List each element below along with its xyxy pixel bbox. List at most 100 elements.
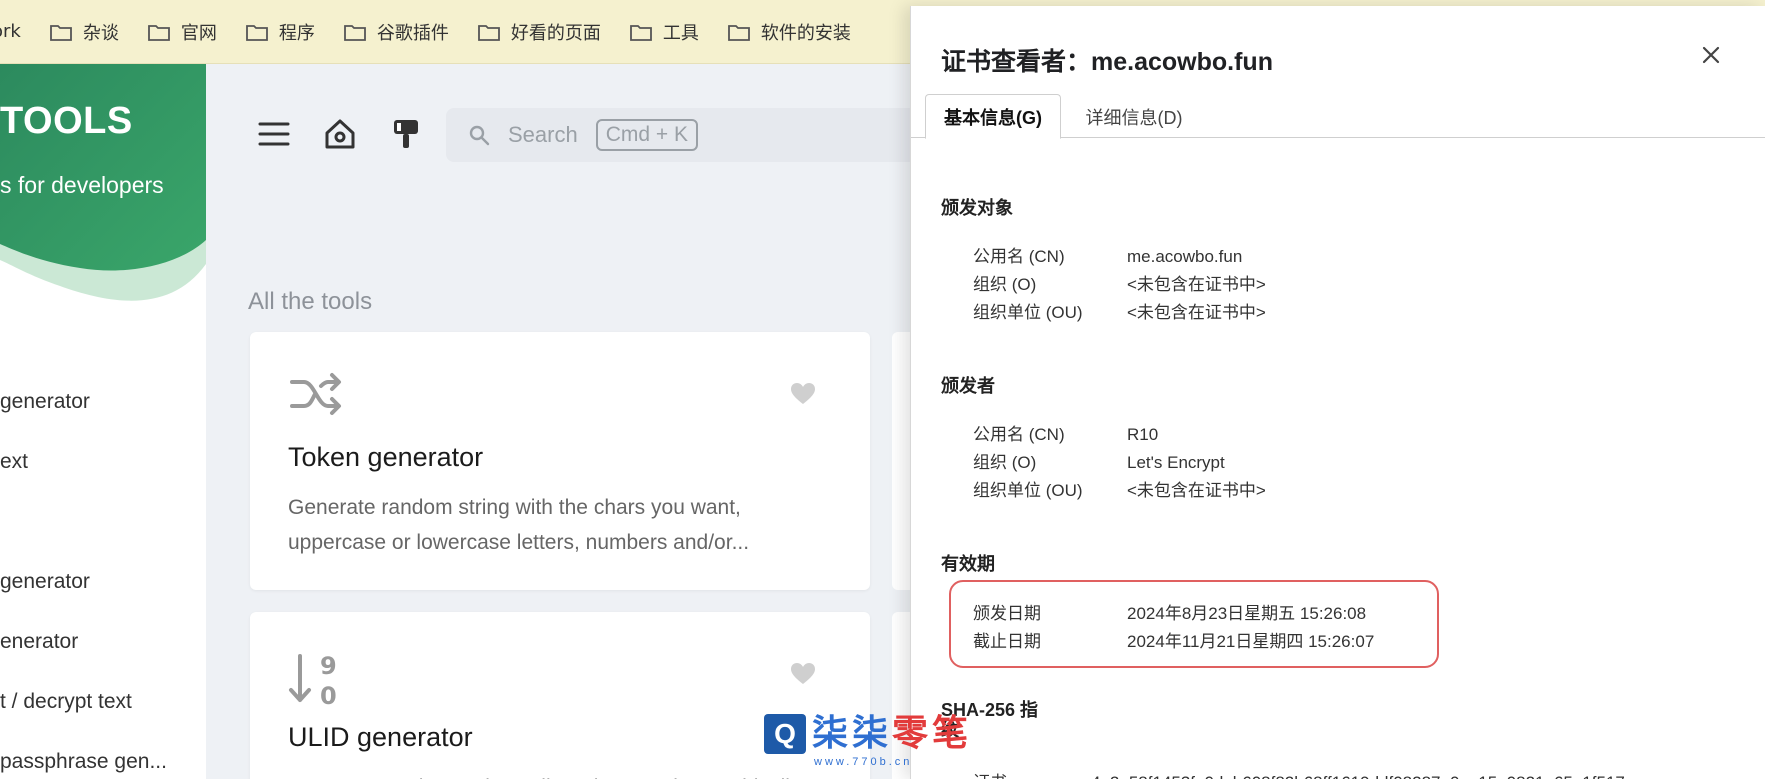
bookmark-label: 好看的页面	[510, 22, 601, 44]
dialog-title: 证书查看者：me.acowbo.fun	[941, 48, 1273, 76]
theme-button[interactable]	[386, 114, 426, 154]
info-key: 组织 (O)	[973, 453, 1037, 472]
sidebar-hero: TOOLS s for developers	[0, 64, 206, 314]
watermark-url: www.770b.cn	[814, 756, 913, 768]
sidebar-item[interactable]: t / decrypt text	[0, 690, 132, 714]
dialog-header: 证书查看者：me.acowbo.fun	[911, 6, 1765, 78]
folder-icon	[343, 24, 366, 41]
validity-heading: 有效期	[941, 554, 995, 574]
info-value: <未包含在证书中>	[1127, 275, 1266, 294]
info-key: 颁发日期	[973, 604, 1041, 623]
watermark-logo: Q	[764, 714, 806, 754]
info-key: 公用名 (CN)	[973, 425, 1065, 444]
main-content: Search Cmd + K All the tools Token gener…	[206, 64, 910, 779]
bookmark-label: 程序	[278, 22, 315, 44]
sidebar-item[interactable]: enerator	[0, 630, 78, 654]
info-key: 截止日期	[973, 632, 1041, 651]
brand-subtitle: s for developers	[0, 172, 164, 198]
card-description: Generate random string with the chars yo…	[288, 496, 750, 554]
bookmark-folder[interactable]: 软件的安装	[727, 19, 851, 45]
sidebar: TOOLS s for developers generator ext gen…	[0, 64, 206, 779]
info-row: 颁发日期 2024年8月23日星期五 15:26:08	[973, 599, 1366, 624]
hamburger-icon	[258, 122, 290, 146]
info-value: 4a2e58f1453fa0dab608f82b68ff1619ddf08287…	[1091, 773, 1625, 779]
info-row: 组织 (O) Let's Encrypt	[973, 448, 1225, 473]
favorite-heart-icon[interactable]	[790, 662, 816, 686]
issued-to-heading: 颁发对象	[941, 198, 1013, 218]
info-row: 组织单位 (OU) <未包含在证书中>	[973, 298, 1266, 323]
tool-card-token-generator[interactable]: Token generator Generate random string w…	[250, 332, 870, 590]
info-key: 证书	[973, 768, 1091, 779]
info-value: Let's Encrypt	[1127, 453, 1225, 472]
info-key: 组织单位 (OU)	[973, 303, 1083, 322]
info-row: 截止日期 2024年11月21日星期四 15:26:07	[973, 627, 1374, 652]
info-row: 组织 (O) <未包含在证书中>	[973, 270, 1266, 295]
info-value: R10	[1127, 425, 1159, 444]
tool-card-partial[interactable]	[892, 332, 910, 590]
bookmark-folder[interactable]: 好看的页面	[477, 19, 601, 45]
search-shortcut-badge: Cmd + K	[595, 119, 698, 151]
dialog-tabs: 基本信息(G) 详细信息(D)	[911, 94, 1765, 139]
sidebar-item[interactable]: passphrase gen...	[0, 750, 167, 774]
close-button[interactable]	[1696, 40, 1726, 70]
svg-text:9: 9	[320, 652, 337, 680]
bookmark-item[interactable]: ork	[0, 21, 21, 42]
watermark-text-part1: 柒柒	[812, 713, 893, 754]
info-key: 公用名 (CN)	[973, 247, 1065, 266]
card-description: Generate random Universally Unique Lexic…	[288, 770, 828, 779]
sidebar-item[interactable]: generator	[0, 570, 90, 594]
favorite-heart-icon[interactable]	[790, 382, 816, 406]
bookmark-folder[interactable]: 工具	[629, 19, 699, 45]
watermark-text-part2: 零笔	[892, 713, 973, 754]
search-icon	[469, 125, 490, 146]
sidebar-item[interactable]: ext	[0, 450, 28, 474]
info-value: me.acowbo.fun	[1127, 247, 1243, 266]
folder-icon	[727, 24, 750, 41]
search-bar[interactable]: Search Cmd + K	[446, 108, 910, 162]
bookmark-label: ork	[0, 21, 21, 42]
bookmark-label: 谷歌插件	[376, 22, 449, 44]
info-row: 公用名 (CN) me.acowbo.fun	[973, 242, 1242, 267]
card-title: ULID generator	[288, 722, 473, 752]
folder-icon	[49, 24, 72, 41]
folder-icon	[629, 24, 652, 41]
close-icon	[1702, 46, 1720, 64]
bookmark-label: 软件的安装	[760, 22, 851, 44]
bookmark-label: 工具	[662, 22, 699, 44]
sort-numeric-icon: 9 0	[289, 652, 337, 710]
tab-details[interactable]: 详细信息(D)	[1071, 94, 1197, 139]
tab-general[interactable]: 基本信息(G)	[925, 94, 1061, 139]
issued-by-heading: 颁发者	[941, 376, 995, 396]
bookmark-folder[interactable]: 谷歌插件	[343, 19, 449, 45]
bookmark-label: 官网	[180, 22, 217, 44]
info-value: <未包含在证书中>	[1127, 303, 1266, 322]
watermark: Q 柒柒零笔 www.770b.cn	[764, 714, 972, 768]
folder-icon	[147, 24, 170, 41]
info-value: 2024年8月23日星期五 15:26:08	[1127, 604, 1367, 623]
info-value: <未包含在证书中>	[1127, 481, 1266, 500]
folder-icon	[245, 24, 268, 41]
info-value: 2024年11月21日星期四 15:26:07	[1127, 632, 1375, 651]
validity-highlight-box	[949, 580, 1439, 668]
sidebar-item[interactable]: generator	[0, 390, 90, 414]
info-row: 组织单位 (OU) <未包含在证书中>	[973, 476, 1266, 501]
home-button[interactable]	[320, 114, 360, 154]
watermark-text: 柒柒零笔	[812, 714, 972, 754]
info-row: 公用名 (CN) R10	[973, 420, 1158, 445]
bookmark-folder[interactable]: 程序	[245, 19, 315, 45]
menu-button[interactable]	[254, 114, 294, 154]
bookmark-folder[interactable]: 杂谈	[49, 19, 119, 45]
brand-title: TOOLS	[0, 100, 133, 142]
info-row: 证书4a2e58f1453fa0dab608f82b68ff1619ddf082…	[973, 768, 1625, 779]
bookmark-folder[interactable]: 官网	[147, 19, 217, 45]
search-placeholder: Search	[508, 122, 578, 147]
info-key: 组织单位 (OU)	[973, 481, 1083, 500]
bookmark-label: 杂谈	[82, 22, 119, 44]
folder-icon	[477, 24, 500, 41]
card-title: Token generator	[288, 442, 484, 472]
svg-text:0: 0	[320, 682, 337, 710]
info-key: 组织 (O)	[973, 275, 1037, 294]
shuffle-icon	[290, 373, 341, 415]
home-icon	[325, 119, 355, 149]
section-title: All the tools	[248, 288, 373, 315]
